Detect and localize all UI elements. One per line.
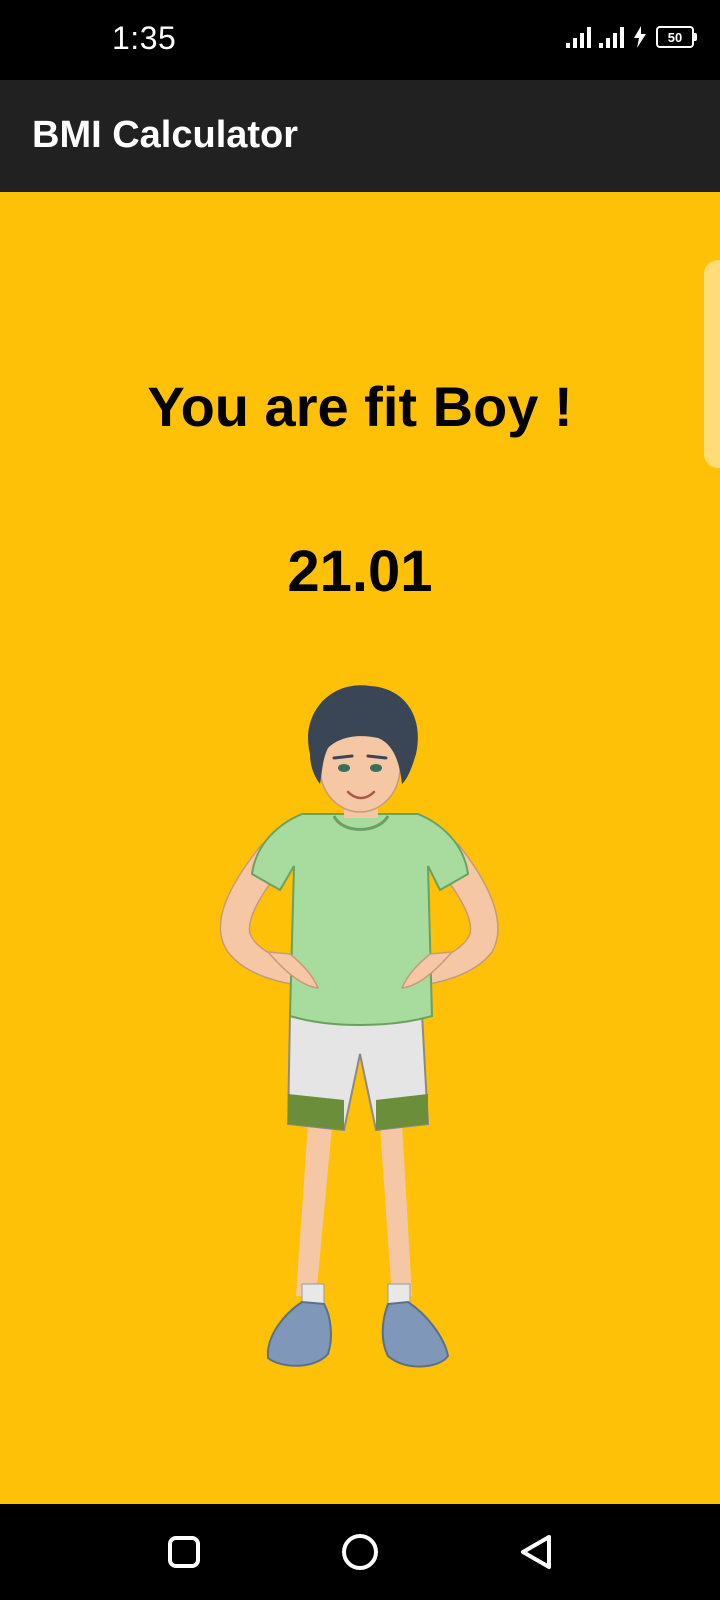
- signal-icon: [599, 26, 624, 48]
- status-icons: 50: [566, 26, 697, 48]
- recents-icon[interactable]: [160, 1528, 208, 1576]
- charging-icon: [634, 26, 646, 48]
- signal-icon: [566, 26, 591, 48]
- fit-boy-illustration: [219, 685, 499, 1368]
- result-message: You are fit Boy !: [147, 375, 573, 438]
- battery-icon: 50: [656, 26, 697, 48]
- result-screen: You are fit Boy ! 21.01: [0, 192, 720, 1504]
- status-time: 1:35: [112, 20, 177, 56]
- battery-level: 50: [667, 29, 683, 45]
- status-bar: 1:35 50: [0, 0, 720, 80]
- home-icon[interactable]: [336, 1528, 384, 1576]
- navigation-bar: [0, 1504, 720, 1600]
- app-bar: BMI Calculator: [0, 80, 720, 192]
- back-icon[interactable]: [512, 1528, 560, 1576]
- app-title: BMI Calculator: [32, 114, 299, 156]
- bmi-value: 21.01: [287, 539, 433, 604]
